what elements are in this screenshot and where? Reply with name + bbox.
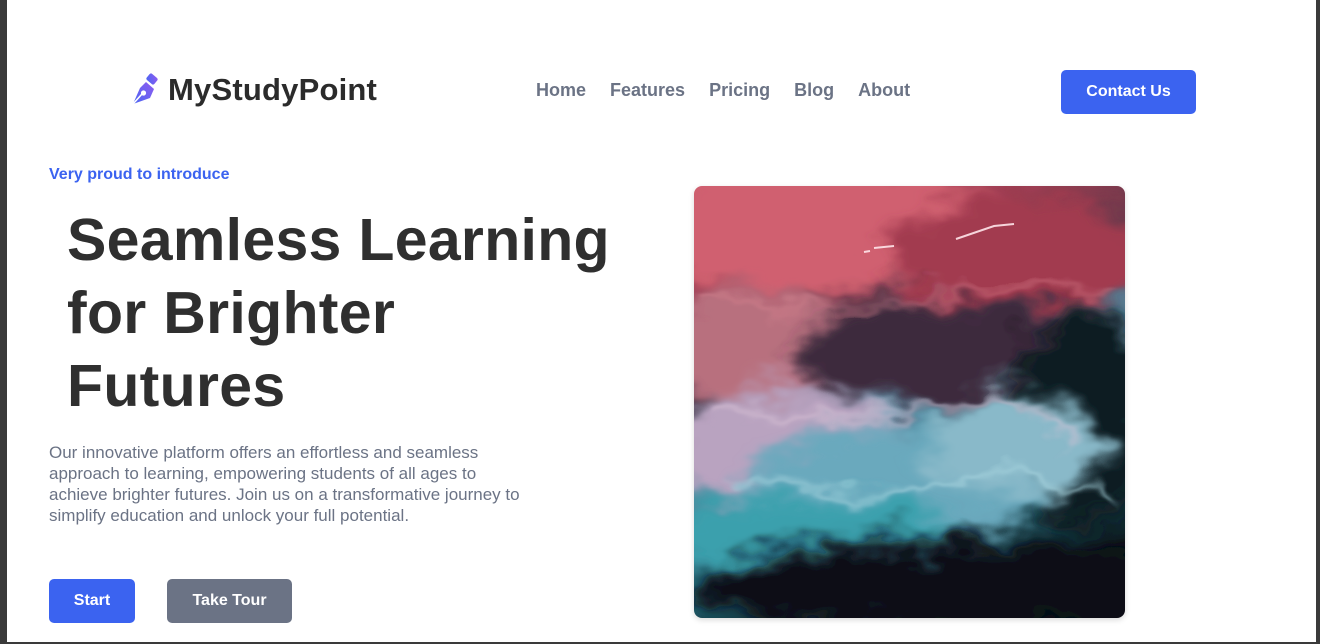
start-button[interactable]: Start: [49, 579, 135, 623]
nav-about[interactable]: About: [858, 80, 910, 101]
hero-title-line-1: Seamless Learning: [67, 207, 610, 273]
pen-nib-icon: [132, 73, 158, 105]
hero-title: Seamless Learning for Brighter Futures: [67, 204, 667, 423]
site-logo[interactable]: MyStudyPoint: [128, 72, 377, 108]
hero-description: Our innovative platform offers an effort…: [49, 443, 520, 525]
logo-text: MyStudyPoint: [168, 72, 378, 107]
browser-frame: MyStudyPoint Home Features Pricing Blog …: [0, 0, 1320, 644]
take-tour-button[interactable]: Take Tour: [167, 579, 292, 623]
nav-blog[interactable]: Blog: [794, 80, 834, 101]
abstract-fluid-ink-image: [694, 186, 1125, 618]
hero-eyebrow: Very proud to introduce: [49, 166, 230, 183]
hero-image: [694, 186, 1125, 618]
nav-home[interactable]: Home: [536, 80, 586, 101]
nav-pricing[interactable]: Pricing: [709, 80, 770, 101]
hero-title-line-3: Futures: [67, 353, 286, 419]
hero-title-line-2: for Brighter: [67, 280, 396, 346]
main-nav: Home Features Pricing Blog About: [536, 80, 910, 101]
contact-us-button[interactable]: Contact Us: [1061, 70, 1196, 114]
window-edge-marker: [0, 118, 2, 140]
nav-features[interactable]: Features: [610, 80, 685, 101]
